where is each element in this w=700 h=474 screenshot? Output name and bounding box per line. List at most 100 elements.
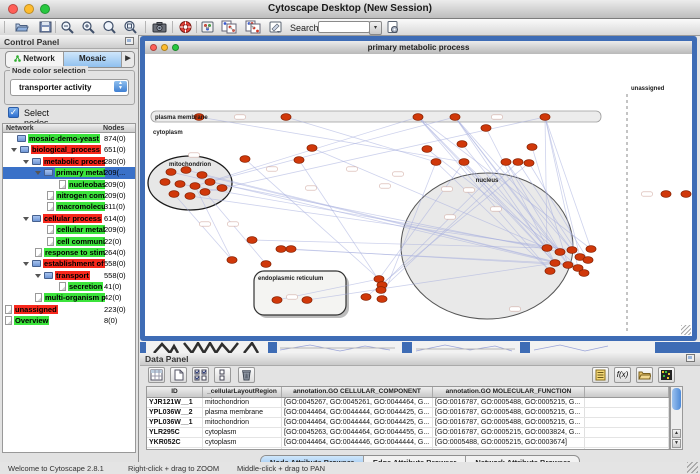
tree-row-label[interactable]: response to stimulu (44, 248, 105, 257)
tree-row-label[interactable]: metabolic process (43, 157, 105, 166)
scroll-up-icon[interactable]: ▲ (672, 429, 681, 438)
network-node[interactable] (240, 156, 250, 163)
tree-expand-icon[interactable] (23, 160, 29, 164)
table-cell[interactable]: [GO:0016787, GO:0005488, GO:0005215, G..… (433, 398, 585, 407)
network-node[interactable] (286, 246, 296, 253)
view-resize-grip[interactable] (681, 325, 691, 335)
network-edge[interactable] (299, 160, 382, 285)
network-edge[interactable] (195, 117, 418, 186)
table-cell[interactable]: YDR039C__1 (147, 448, 203, 450)
tree-expand-icon[interactable] (11, 148, 17, 152)
tree-row[interactable]: response to stimulu264(0) (3, 247, 135, 258)
tree-row-label[interactable]: biological_process (31, 145, 101, 154)
table-row[interactable]: YPL036W__2plasma membrane[GO:0044464, GO… (147, 408, 669, 418)
tree-row-label[interactable]: nitrogen compo (56, 191, 105, 200)
table-scrollbar[interactable]: ▲ ▼ (670, 386, 683, 450)
tree-row[interactable]: primary metabol209(... (3, 167, 135, 178)
tree-row[interactable]: mosaic-demo-yeast874(0) (3, 133, 135, 144)
tree-row[interactable]: establishment of lo558(0) (3, 258, 135, 269)
float-panel-icon[interactable] (125, 37, 134, 45)
table-cell[interactable]: YPL036W__1 (147, 418, 203, 427)
attribute-list-icon[interactable] (592, 367, 609, 383)
network-node[interactable] (513, 159, 523, 166)
table-cell[interactable]: [GO:0005488, GO:0005215, GO:0003674] (433, 438, 585, 447)
table-row[interactable]: YDR039C__1mitochondrion[GO:0044464, GO:0… (147, 448, 669, 450)
tree-expand-icon[interactable] (35, 171, 41, 175)
table-cell[interactable] (585, 398, 669, 407)
table-cell[interactable]: [GO:0044464, GO:0044444, GO:0044425, G..… (282, 448, 433, 450)
network-node[interactable] (361, 294, 371, 301)
table-cell[interactable] (585, 448, 669, 450)
network-node[interactable] (583, 257, 593, 264)
tree-row[interactable]: metabolic process280(0) (3, 156, 135, 167)
zoom-in-icon[interactable] (81, 20, 96, 34)
more-tabs-button[interactable]: ▶ (122, 52, 134, 67)
open-session-icon[interactable] (14, 20, 29, 34)
network-node[interactable] (160, 179, 170, 186)
table-cell[interactable]: [GO:0016787, GO:0005215, GO:0003824, G..… (433, 428, 585, 437)
network-node[interactable] (413, 114, 423, 121)
annotations-icon[interactable] (268, 20, 283, 34)
network-node[interactable] (524, 160, 534, 167)
network-node[interactable] (217, 185, 227, 192)
scrollbar-thumb[interactable] (672, 388, 681, 410)
network-node[interactable] (376, 287, 386, 294)
network-canvas[interactable]: plasma membranecytoplasmmitochondrionnuc… (145, 54, 692, 336)
table-cell[interactable]: cytoplasm (203, 428, 282, 437)
tree-row[interactable]: cellular process614(0) (3, 213, 135, 224)
save-session-icon[interactable] (38, 20, 53, 34)
select-all-attributes-icon[interactable] (192, 367, 209, 383)
network-node[interactable] (205, 179, 215, 186)
tree-row-label[interactable]: unassigned (14, 305, 58, 314)
table-column-header[interactable]: annotation.GO MOLECULAR_FUNCTION (433, 387, 585, 397)
table-cell[interactable] (585, 418, 669, 427)
table-cell[interactable] (585, 428, 669, 437)
tree-row-label[interactable]: transport (55, 271, 90, 280)
matrix-view-icon[interactable] (658, 367, 675, 383)
layout-edges-icon[interactable] (245, 20, 260, 34)
search-options-icon[interactable]: ▾ (369, 21, 382, 35)
table-row[interactable]: YJR121W__1mitochondrion[GO:0045267, GO:0… (147, 398, 669, 408)
network-node[interactable] (457, 141, 467, 148)
tree-row-label[interactable]: cellular process (43, 214, 102, 223)
tree-row-label[interactable]: cellular metabol (56, 225, 105, 234)
tree-row[interactable]: secretion41(0) (3, 281, 135, 292)
zoom-actual-size-icon[interactable] (102, 20, 117, 34)
table-cell[interactable]: mitochondrion (203, 418, 282, 427)
network-node[interactable] (542, 245, 552, 252)
window-resize-grip[interactable] (687, 462, 698, 473)
float-panel-icon[interactable] (686, 354, 695, 362)
delete-attribute-icon[interactable] (238, 367, 255, 383)
network-edge[interactable] (210, 117, 455, 182)
network-node[interactable] (555, 249, 565, 256)
table-cell[interactable]: YKR052C (147, 438, 203, 447)
tree-column-headers[interactable]: Network Nodes (2, 123, 136, 133)
network-node[interactable] (550, 260, 560, 267)
network-node[interactable] (579, 270, 589, 277)
network-edge[interactable] (286, 117, 436, 162)
search-input[interactable] (318, 21, 370, 33)
table-cell[interactable] (585, 438, 669, 447)
network-node[interactable] (261, 261, 271, 268)
network-node[interactable] (567, 247, 577, 254)
tree-row-label[interactable]: mosaic-demo-yeast (28, 134, 100, 143)
network-node[interactable] (586, 246, 596, 253)
tree-row[interactable]: Overview8(0) (3, 315, 135, 326)
tree-expand-icon[interactable] (35, 274, 41, 278)
table-cell[interactable]: [GO:0016787, GO:0005488, GO:0005215, G..… (433, 408, 585, 417)
tree-expand-icon[interactable] (23, 217, 29, 221)
network-node[interactable] (540, 114, 550, 121)
tree-row[interactable]: transport558(0) (3, 270, 135, 281)
table-cell[interactable]: [GO:0016787, GO:0005488, GO:0005215, G..… (433, 448, 585, 450)
import-attributes-icon[interactable] (636, 367, 653, 383)
table-cell[interactable]: cytoplasm (203, 438, 282, 447)
table-column-header[interactable] (585, 387, 669, 397)
select-nodes-checkbox[interactable]: ✓ (8, 107, 19, 118)
table-cell[interactable]: [GO:0045267, GO:0045261, GO:0044464, G..… (282, 398, 433, 407)
table-cell[interactable]: [GO:0044464, GO:0044446, GO:0044444, G..… (282, 438, 433, 447)
attribute-table[interactable]: ID_cellularLayoutRegionannotation.GO CEL… (146, 386, 670, 450)
tab-network[interactable]: Network (6, 52, 64, 67)
network-node[interactable] (272, 297, 282, 304)
table-cell[interactable]: mitochondrion (203, 398, 282, 407)
network-node[interactable] (450, 114, 460, 121)
